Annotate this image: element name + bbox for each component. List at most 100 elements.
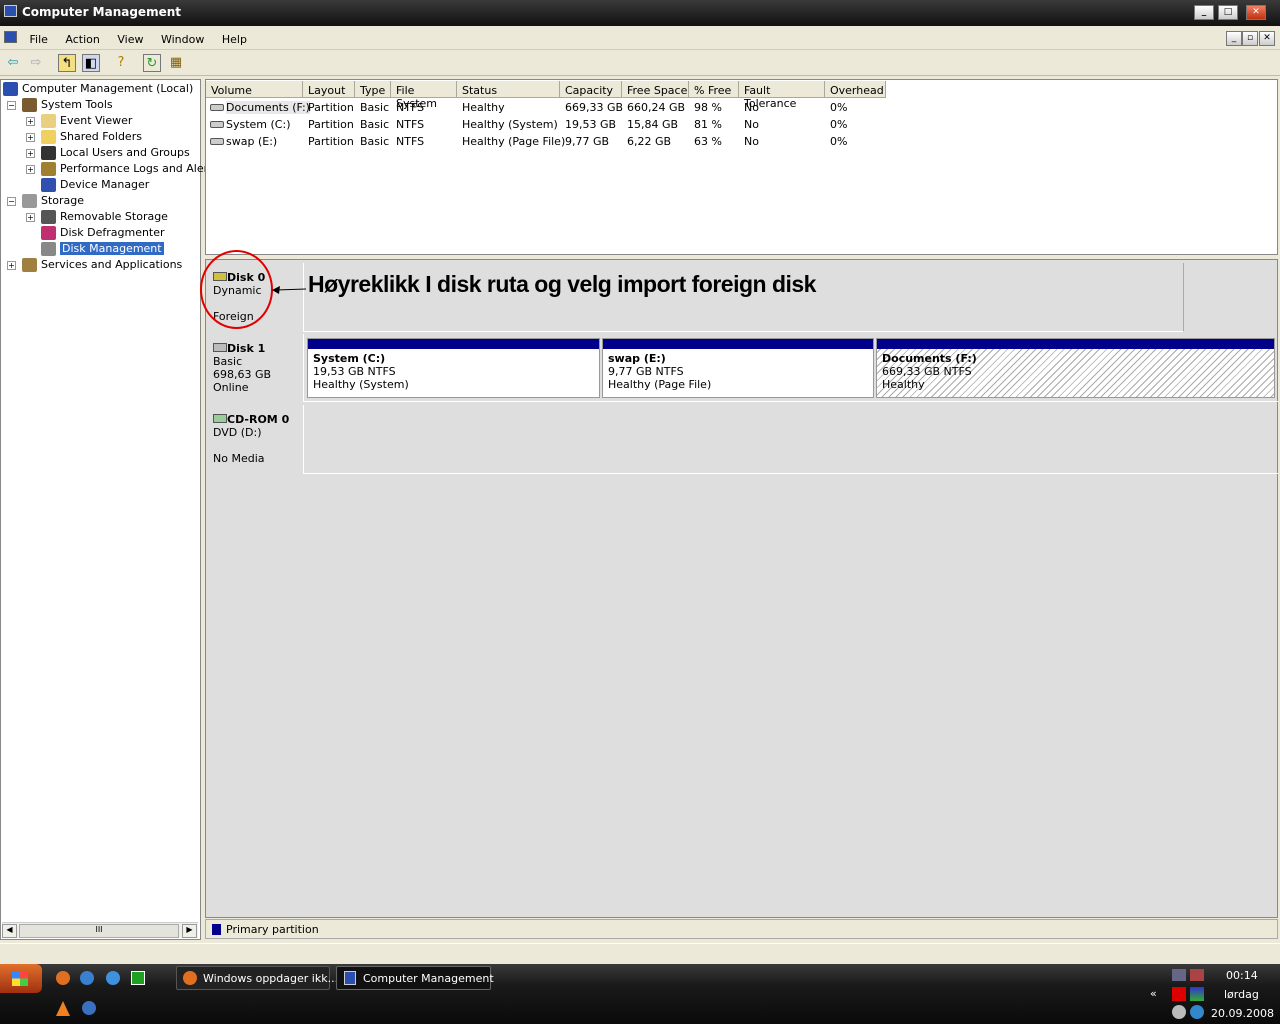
update-icon[interactable]	[1190, 1005, 1204, 1019]
column-header-free-space[interactable]: Free Space	[622, 81, 689, 98]
cell-filesystem: NTFS	[396, 118, 425, 131]
title-bar: Computer Management _ □ ✕	[0, 0, 1280, 26]
cdrom-0-label[interactable]: CD-ROM 0 DVD (D:) No Media	[206, 405, 304, 474]
expand-icon[interactable]: +	[26, 133, 35, 142]
column-header-overhead[interactable]: Overhead	[825, 81, 886, 98]
ie-icon[interactable]	[80, 971, 94, 985]
menu-window[interactable]: Window	[154, 29, 211, 46]
app-h-icon[interactable]	[131, 971, 145, 985]
child-close-button[interactable]: ✕	[1259, 31, 1275, 46]
expand-icon[interactable]: +	[26, 149, 35, 158]
child-minimize-button[interactable]: _	[1226, 31, 1242, 46]
close-button[interactable]: ✕	[1246, 5, 1266, 20]
tree-horizontal-scrollbar[interactable]: ◀ III ▶	[2, 922, 198, 938]
tree-item-services[interactable]: Services and Applications	[22, 257, 182, 273]
cell-layout: Partition	[308, 118, 354, 131]
disk-1-row[interactable]: Disk 1 Basic 698,63 GB Online System (C:…	[206, 334, 1279, 402]
partition-documents-f[interactable]: Documents (F:) 669,33 GB NTFS Healthy	[876, 338, 1275, 398]
display-icon[interactable]	[1190, 987, 1204, 1001]
menu-file[interactable]: File	[23, 29, 55, 46]
collapse-icon[interactable]: −	[7, 101, 16, 110]
tree-item-shared-folders[interactable]: Shared Folders	[41, 129, 142, 145]
tree-item-device-manager[interactable]: Device Manager	[41, 177, 149, 193]
show-hide-tree-icon[interactable]: ◧	[82, 54, 100, 72]
ati-icon[interactable]	[1172, 987, 1186, 1001]
clock-time[interactable]: 00:14	[1226, 969, 1258, 982]
network-disconnected-icon[interactable]	[1190, 969, 1204, 981]
clock-day[interactable]: lørdag	[1224, 988, 1259, 1001]
disk-1-status: Online	[213, 381, 249, 394]
clock-date[interactable]: 20.09.2008	[1211, 1007, 1274, 1020]
column-header-type[interactable]: Type	[355, 81, 391, 98]
vlc-icon[interactable]	[56, 1001, 70, 1016]
expand-icon[interactable]: +	[26, 117, 35, 126]
expand-icon[interactable]: +	[7, 261, 16, 270]
properties-icon[interactable]: ▦	[167, 54, 185, 72]
cell-filesystem: NTFS	[396, 135, 425, 148]
removable-storage-icon	[41, 210, 56, 224]
scroll-thumb[interactable]: III	[19, 924, 179, 938]
disk-0-row[interactable]: Disk 0 Dynamic Foreign Høyreklikk I disk…	[206, 263, 1184, 332]
volume-row[interactable]: System (C:) Partition Basic NTFS Healthy (Sy…	[206, 116, 1277, 133]
collapse-icon[interactable]: −	[7, 197, 16, 206]
primary-bar	[877, 339, 1274, 349]
expand-icon[interactable]: +	[26, 213, 35, 222]
refresh-icon[interactable]: ↻	[143, 54, 161, 72]
column-header-status[interactable]: Status	[457, 81, 560, 98]
partition-size: 19,53 GB NTFS	[313, 365, 396, 378]
cdrom-status: No Media	[213, 452, 265, 465]
column-header-percent-free[interactable]: % Free	[689, 81, 739, 98]
column-header-capacity[interactable]: Capacity	[560, 81, 622, 98]
cell-capacity: 669,33 GB	[565, 101, 624, 114]
user-icon[interactable]	[1172, 1005, 1186, 1019]
volume-row[interactable]: Documents (F:) Partition Basic NTFS Healthy 6…	[206, 99, 1277, 116]
partition-swap-e[interactable]: swap (E:) 9,77 GB NTFS Healthy (Page File)	[602, 338, 874, 398]
disk-1-label[interactable]: Disk 1 Basic 698,63 GB Online	[206, 334, 304, 402]
tree-item-defragmenter[interactable]: Disk Defragmenter	[41, 225, 165, 241]
network-icon[interactable]	[1172, 969, 1186, 981]
task-button-computer-management[interactable]: Computer Management	[336, 966, 494, 990]
legend: Primary partition	[205, 919, 1278, 939]
network-app-icon[interactable]	[82, 1001, 96, 1015]
help-icon[interactable]: ?	[112, 54, 130, 72]
volume-row[interactable]: swap (E:) Partition Basic NTFS Healthy (Page…	[206, 133, 1277, 150]
scroll-left-icon[interactable]: ◀	[2, 924, 17, 938]
maximize-button[interactable]: □	[1218, 5, 1238, 20]
scroll-right-icon[interactable]: ▶	[182, 924, 197, 938]
child-restore-button[interactable]: ▫	[1242, 31, 1258, 46]
tree-item-perf-logs[interactable]: Performance Logs and Alerts	[41, 161, 218, 177]
menu-view[interactable]: View	[110, 29, 150, 46]
column-header-volume[interactable]: Volume	[206, 81, 303, 98]
firefox-icon[interactable]	[56, 971, 70, 985]
expand-icon[interactable]: +	[26, 165, 35, 174]
tree-item-disk-management[interactable]: Disk Management	[41, 241, 164, 257]
tree-item-system-tools[interactable]: System Tools	[22, 97, 113, 113]
column-header-filesystem[interactable]: File System	[391, 81, 457, 110]
storage-icon	[22, 194, 37, 208]
tree-item-storage[interactable]: Storage	[22, 193, 84, 209]
show-hidden-icons-button[interactable]: «	[1150, 987, 1157, 1000]
tree-item-local-users[interactable]: Local Users and Groups	[41, 145, 190, 161]
cdrom-0-row[interactable]: CD-ROM 0 DVD (D:) No Media	[206, 405, 1279, 474]
partition-system-c[interactable]: System (C:) 19,53 GB NTFS Healthy (System)	[307, 338, 600, 398]
column-header-layout[interactable]: Layout	[303, 81, 355, 98]
cell-percent-free: 63 %	[694, 135, 722, 148]
tree-item-root[interactable]: Computer Management (Local)	[3, 81, 193, 97]
menu-action[interactable]: Action	[58, 29, 106, 46]
volume-icon	[210, 121, 224, 128]
column-header-fault-tolerance[interactable]: Fault Tolerance	[739, 81, 825, 110]
task-button-firefox[interactable]: Windows oppdager ikk...	[176, 966, 338, 990]
minimize-button[interactable]: _	[1194, 5, 1214, 20]
status-bar	[0, 943, 1280, 963]
tree-item-event-viewer[interactable]: Event Viewer	[41, 113, 132, 129]
back-icon[interactable]: ⇦	[4, 54, 22, 72]
start-button[interactable]	[0, 964, 42, 993]
tree-item-removable-storage[interactable]: Removable Storage	[41, 209, 168, 225]
users-icon	[41, 146, 56, 160]
menu-icon-wrap	[0, 28, 19, 46]
media-player-icon[interactable]	[106, 971, 120, 985]
forward-icon[interactable]: ⇨	[27, 54, 45, 72]
computer-icon	[3, 82, 18, 96]
menu-help[interactable]: Help	[215, 29, 254, 46]
up-folder-icon[interactable]: ↰	[58, 54, 76, 72]
